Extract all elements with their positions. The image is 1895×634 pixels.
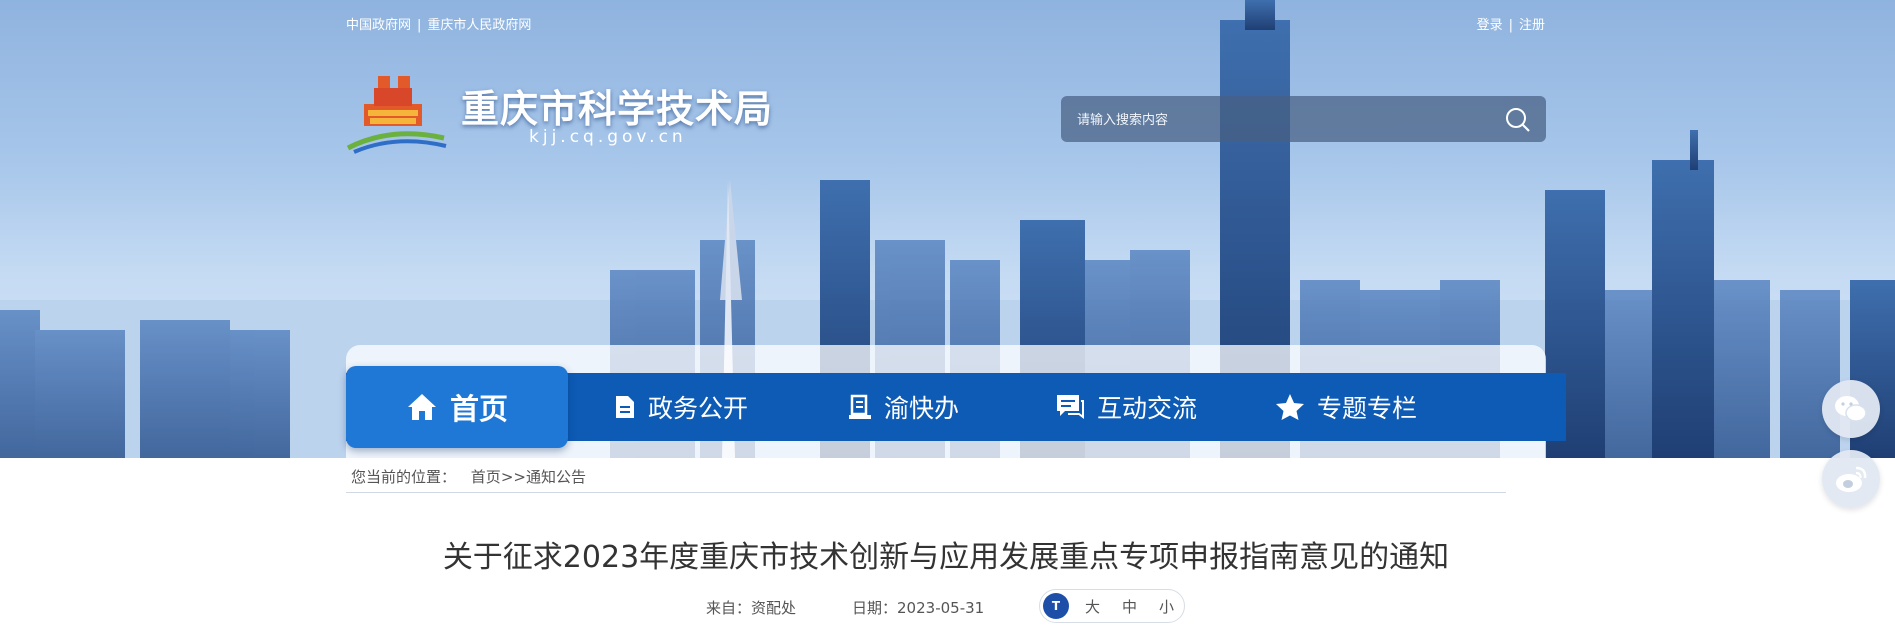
gov-link[interactable]: 中国政府网: [346, 18, 411, 33]
font-size-small-button[interactable]: 小: [1159, 596, 1174, 617]
nav-item-gov-affairs[interactable]: 政务公开: [614, 373, 748, 441]
wechat-share-button[interactable]: [1822, 380, 1880, 438]
font-size-switcher: T 大 中 小: [1039, 589, 1185, 623]
nav-item-label: 专题专栏: [1317, 394, 1418, 423]
nav-item-home[interactable]: 首页: [346, 366, 568, 448]
nav-item-yukuaiban[interactable]: 渝快办: [848, 373, 959, 441]
site-domain: kjj.cq.gov.cn: [529, 127, 687, 147]
weibo-share-button[interactable]: [1822, 450, 1880, 508]
text-size-icon: T: [1043, 593, 1069, 619]
divider: |: [1508, 18, 1513, 33]
site-title: 重庆市科学技术局: [461, 87, 774, 131]
font-size-medium-button[interactable]: 中: [1122, 596, 1137, 617]
search-box: [1061, 96, 1546, 144]
search-icon[interactable]: [1504, 106, 1532, 134]
article-source: 来自：资配处: [706, 597, 796, 618]
date-label: 日期：: [852, 599, 898, 617]
site-logo[interactable]: [346, 76, 448, 156]
chat-icon: [1057, 395, 1084, 419]
star-icon: [1276, 394, 1304, 420]
divider-line: [346, 492, 1506, 493]
date-value: 2023-05-31: [897, 599, 985, 617]
breadcrumb-label: 您当前的位置：: [351, 468, 457, 486]
nav-item-label: 互动交流: [1097, 394, 1198, 423]
breadcrumb-home-link[interactable]: 首页: [471, 468, 501, 486]
nav-home-label: 首页: [449, 392, 508, 426]
font-size-large-button[interactable]: 大: [1085, 596, 1100, 617]
source-label: 来自：: [706, 599, 752, 617]
nav-item-label: 政务公开: [648, 394, 749, 423]
nav-item-special-topics[interactable]: 专题专栏: [1275, 373, 1417, 441]
breadcrumb-separator: >>: [500, 468, 526, 486]
source-value: 资配处: [751, 599, 797, 617]
weibo-icon: [1836, 466, 1867, 492]
register-link[interactable]: 注册: [1519, 18, 1545, 33]
nav-item-interaction[interactable]: 互动交流: [1055, 373, 1197, 441]
city-gov-link[interactable]: 重庆市人民政府网: [427, 18, 531, 33]
nav-item-label: 渝快办: [884, 394, 960, 423]
breadcrumb-current-link[interactable]: 通知公告: [526, 468, 586, 486]
article-date: 日期：2023-05-31: [852, 597, 984, 618]
wechat-icon: [1835, 396, 1867, 422]
search-input[interactable]: [1075, 96, 1489, 144]
service-icon: [849, 394, 871, 419]
divider: |: [417, 18, 422, 33]
home-icon: [407, 394, 436, 420]
article-title: 关于征求2023年度重庆市技术创新与应用发展重点专项申报指南意见的通知: [442, 540, 1450, 575]
login-link[interactable]: 登录: [1477, 18, 1503, 33]
gov-links: 中国政府网 | 重庆市人民政府网: [346, 14, 531, 33]
document-icon: [616, 396, 634, 418]
breadcrumb: 您当前的位置： 首页>>通知公告: [351, 466, 586, 487]
account-links: 登录 | 注册: [1477, 14, 1545, 33]
